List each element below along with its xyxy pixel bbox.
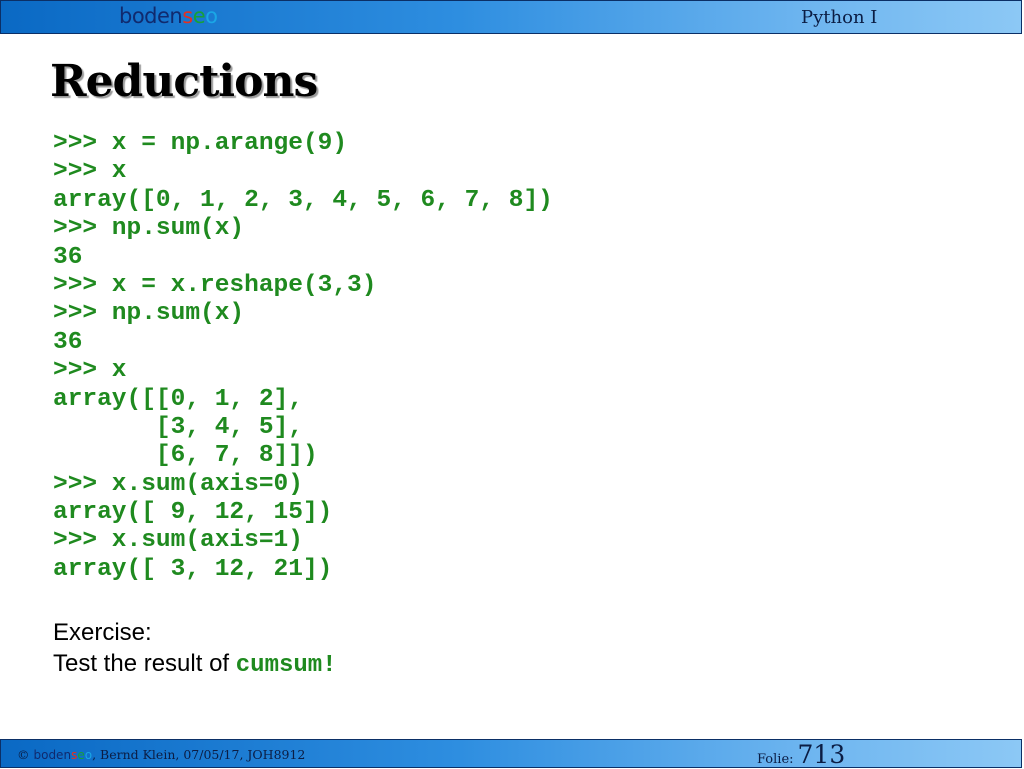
- exercise-instruction: Test the result of: [53, 650, 236, 677]
- code-line: array([0, 1, 2, 3, 4, 5, 6, 7, 8]): [53, 186, 553, 214]
- code-line: 36: [53, 243, 83, 271]
- folie-label: Folie:: [757, 752, 794, 767]
- bodenseo-logo: bodenseo: [119, 4, 218, 28]
- code-line: >>> x = np.arange(9): [53, 130, 348, 157]
- code-line: 36: [53, 328, 83, 356]
- folie-number: 713: [797, 740, 846, 769]
- code-line: array([ 3, 12, 21]): [53, 555, 333, 583]
- code-line: [6, 7, 8]]): [53, 442, 318, 470]
- exercise-section: Exercise: Test the result of cumsum!: [53, 617, 337, 681]
- code-block: >>> x = np.arange(9) >>> x array([0, 1, …: [53, 130, 553, 584]
- footer-author: , Bernd Klein, 07/05/17, JOH8912: [92, 747, 306, 762]
- code-line: [3, 4, 5],: [53, 413, 303, 441]
- exercise-code: cumsum!: [235, 652, 337, 679]
- header-bar: bodenseo Python I: [0, 0, 1022, 34]
- exercise-heading: Exercise:: [53, 619, 152, 646]
- footer-bar: © bodenseo, Bernd Klein, 07/05/17, JOH89…: [0, 739, 1022, 769]
- code-line: >>> np.sum(x): [53, 300, 245, 328]
- code-line: >>> x: [53, 357, 127, 385]
- exercise-text: Test the result of cumsum!: [53, 648, 337, 681]
- footer-credits: © bodenseo, Bernd Klein, 07/05/17, JOH89…: [17, 747, 305, 762]
- footer-logo: bodenseo: [33, 748, 93, 762]
- slide-number: Folie: 713: [757, 740, 845, 769]
- code-line: >>> x.sum(axis=0): [53, 470, 303, 498]
- code-line: >>> x = x.reshape(3,3): [53, 271, 377, 299]
- code-line: >>> x.sum(axis=1): [53, 527, 303, 555]
- code-line: array([[0, 1, 2],: [53, 385, 303, 413]
- code-line: >>> np.sum(x): [53, 215, 245, 243]
- code-line: >>> x: [53, 158, 127, 186]
- course-title: Python I: [801, 7, 878, 28]
- copyright-symbol: ©: [17, 747, 34, 762]
- slide-title: Reductions: [50, 56, 318, 107]
- code-line: array([ 9, 12, 15]): [53, 499, 333, 527]
